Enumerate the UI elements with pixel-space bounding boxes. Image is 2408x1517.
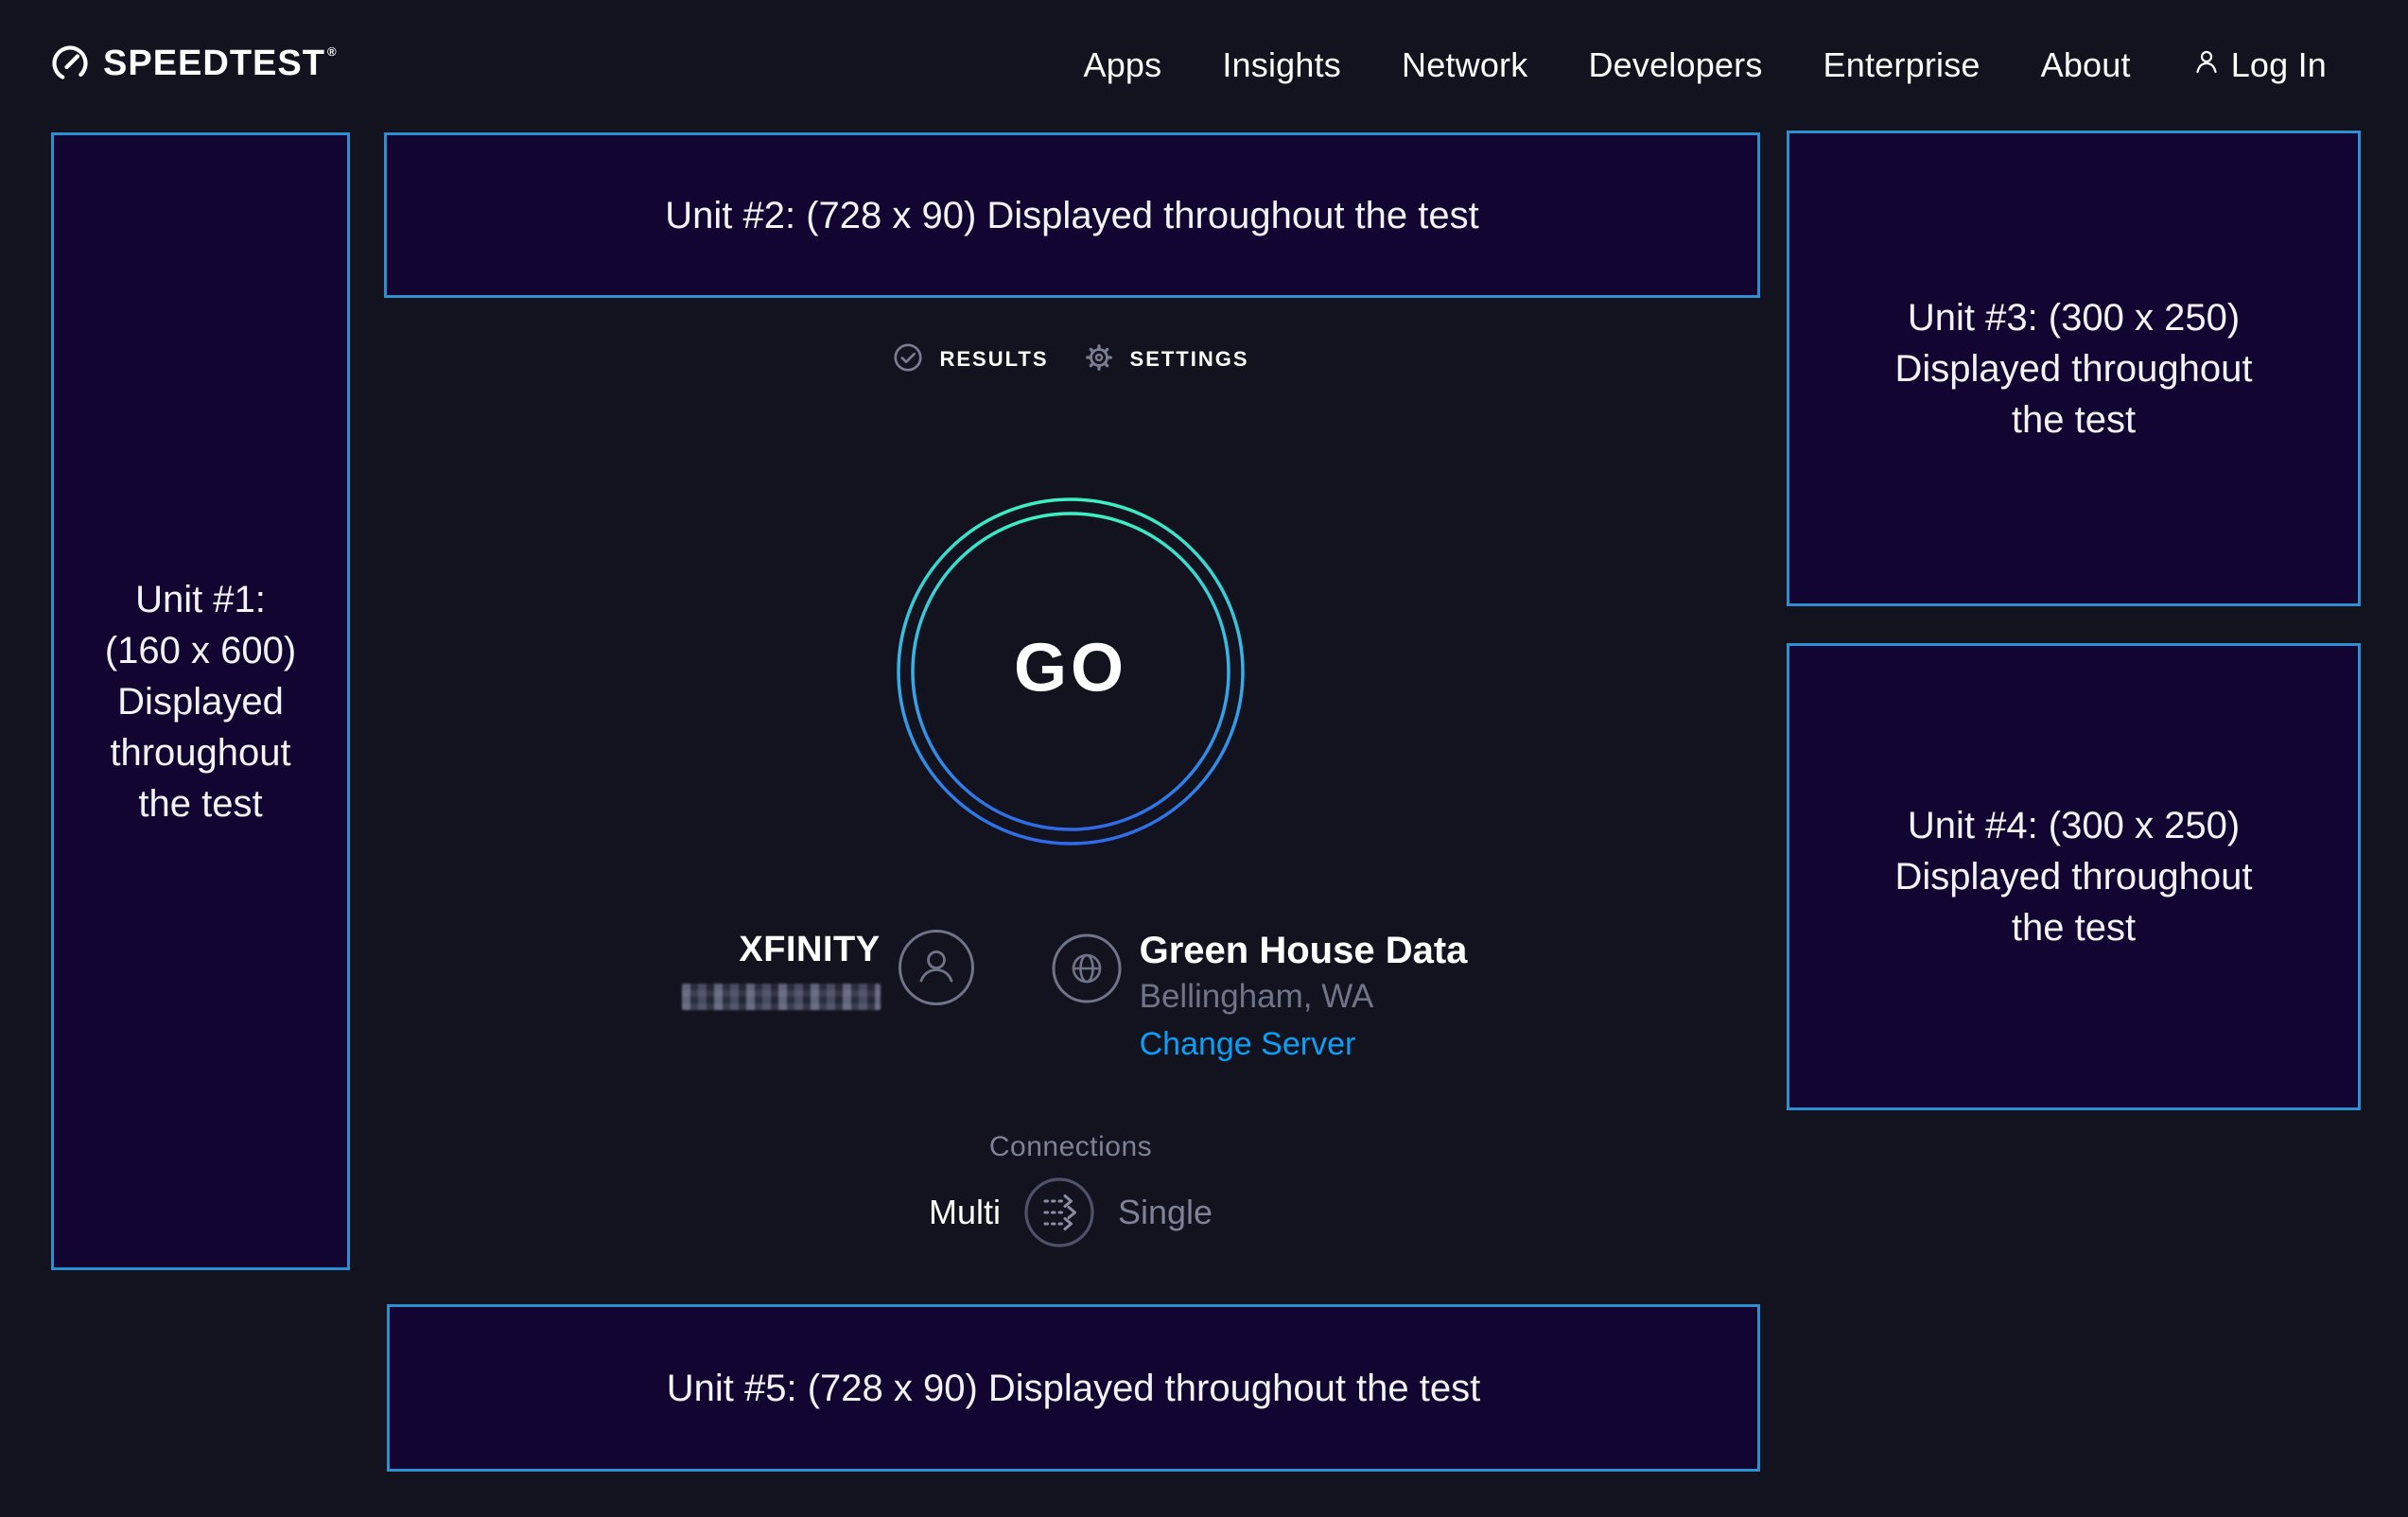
connections-option-single[interactable]: Single bbox=[1118, 1193, 1213, 1232]
speedtest-page: SPEEDTEST® Apps Insights Network Develop… bbox=[0, 0, 2408, 1517]
go-label: GO bbox=[1014, 630, 1127, 707]
gauge-icon bbox=[49, 43, 91, 89]
connections-toggle-icon[interactable] bbox=[1023, 1177, 1095, 1248]
login-button[interactable]: Log In bbox=[2191, 45, 2327, 85]
ad-unit-4-rectangle: Unit #4: (300 x 250) Displayed throughou… bbox=[1787, 643, 2361, 1110]
isp-user-icon bbox=[898, 929, 975, 1011]
server-globe-icon bbox=[1051, 933, 1123, 1009]
server-location: Bellingham, WA bbox=[1140, 978, 1374, 1016]
connection-info-row: XFINITY Green House Data bbox=[350, 929, 1791, 1063]
server-block: Green House Data Bellingham, WA Change S… bbox=[1140, 929, 1468, 1063]
connections-section: Connections Multi bbox=[350, 1131, 1791, 1248]
ad-unit-3-rectangle: Unit #3: (300 x 250) Displayed throughou… bbox=[1787, 131, 2361, 606]
trademark-symbol: ® bbox=[327, 43, 338, 61]
nav-item-about[interactable]: About bbox=[2041, 45, 2131, 85]
tab-settings[interactable]: SETTINGS bbox=[1083, 341, 1249, 378]
isp-redacted-detail bbox=[682, 984, 881, 1010]
gear-icon bbox=[1083, 341, 1115, 378]
change-server-link[interactable]: Change Server bbox=[1140, 1025, 1356, 1063]
user-icon bbox=[2191, 45, 2222, 85]
connections-option-multi[interactable]: Multi bbox=[929, 1193, 1001, 1232]
server-name: Green House Data bbox=[1140, 929, 1468, 972]
go-button[interactable]: GO bbox=[896, 497, 1246, 846]
ad-unit-1-text: Unit #1: (160 x 600) Displayed throughou… bbox=[100, 574, 301, 829]
ad-unit-3-text: Unit #3: (300 x 250) Displayed throughou… bbox=[1874, 292, 2275, 445]
ad-unit-4-text: Unit #4: (300 x 250) Displayed throughou… bbox=[1874, 800, 2275, 953]
connections-toggle-row: Multi Single bbox=[929, 1177, 1213, 1248]
speedtest-logo[interactable]: SPEEDTEST® bbox=[49, 43, 338, 89]
connections-label: Connections bbox=[989, 1131, 1152, 1163]
tab-results[interactable]: RESULTS bbox=[892, 341, 1048, 378]
isp-block: XFINITY bbox=[674, 929, 881, 1010]
isp-name: XFINITY bbox=[739, 929, 880, 970]
speed-test-panel: RESULTS SETTINGS bbox=[350, 0, 1791, 1517]
nav-item-enterprise[interactable]: Enterprise bbox=[1823, 45, 1980, 85]
check-circle-icon bbox=[892, 341, 924, 378]
go-ring-icon bbox=[896, 834, 1246, 850]
logo-wordmark: SPEEDTEST® bbox=[103, 43, 338, 84]
ad-unit-1-skyscraper: Unit #1: (160 x 600) Displayed throughou… bbox=[51, 132, 350, 1270]
view-tabs: RESULTS SETTINGS bbox=[350, 333, 1791, 386]
